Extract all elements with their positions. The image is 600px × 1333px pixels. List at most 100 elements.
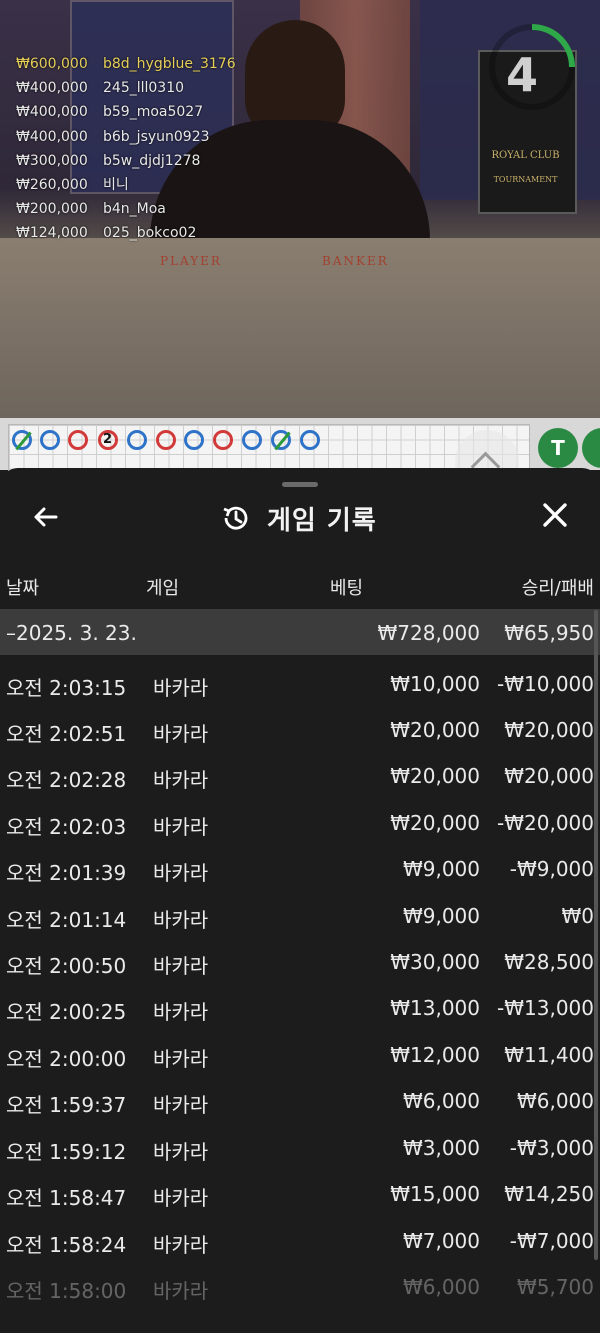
history-row[interactable]: 오전 2:00:00 바카라 ₩12,000 ₩11,400 bbox=[0, 1031, 600, 1077]
row-bet: ₩15,000 bbox=[390, 1182, 480, 1206]
back-button[interactable] bbox=[30, 502, 64, 536]
history-row[interactable]: 오전 2:01:39 바카라 ₩9,000 -₩9,000 bbox=[0, 845, 600, 891]
day-summary-row[interactable]: –2025. 3. 23. ₩728,000 ₩65,950 bbox=[0, 609, 600, 655]
close-icon bbox=[543, 503, 567, 527]
bet-amount: ₩400,000 bbox=[16, 80, 88, 97]
history-row[interactable]: 오전 2:02:28 바카라 ₩20,000 ₩20,000 bbox=[0, 752, 600, 798]
bet-feed: ₩600,000 b8d_hygblue_3176 ₩400,000 245_lll… bbox=[16, 52, 236, 246]
bead-road[interactable] bbox=[8, 424, 530, 472]
row-time: 오전 2:02:03 bbox=[6, 815, 127, 839]
history-row[interactable]: 오전 1:58:00 바카라 ₩6,000 ₩5,700 bbox=[0, 1263, 600, 1309]
bead-banker bbox=[213, 430, 233, 450]
history-row[interactable]: 오전 1:58:47 바카라 ₩15,000 ₩14,250 bbox=[0, 1170, 600, 1216]
history-icon bbox=[223, 506, 248, 530]
row-result: ₩20,000 bbox=[504, 764, 594, 788]
row-game: 바카라 bbox=[153, 815, 209, 839]
row-bet: ₩10,000 bbox=[390, 672, 480, 696]
row-bet: ₩20,000 bbox=[390, 764, 480, 788]
tie-indicator[interactable]: T bbox=[538, 428, 578, 468]
bet-user: 025_bokco02 bbox=[103, 225, 197, 242]
row-time: 오전 2:02:28 bbox=[6, 768, 127, 792]
close-button[interactable] bbox=[538, 500, 572, 534]
bead-player bbox=[40, 430, 60, 450]
bead-player bbox=[127, 430, 147, 450]
row-result: ₩14,250 bbox=[504, 1182, 594, 1206]
history-row[interactable]: 오전 1:59:12 바카라 ₩3,000 -₩3,000 bbox=[0, 1124, 600, 1170]
drag-handle[interactable] bbox=[282, 482, 318, 487]
row-time: 오전 2:00:50 bbox=[6, 954, 127, 978]
row-game: 바카라 bbox=[153, 768, 209, 792]
row-result: ₩0 bbox=[561, 904, 595, 928]
scrollbar[interactable] bbox=[594, 610, 598, 1260]
bead-player bbox=[300, 430, 320, 450]
row-time: 오전 2:00:25 bbox=[6, 1000, 127, 1024]
history-row[interactable]: 오전 1:58:24 바카라 ₩7,000 -₩7,000 bbox=[0, 1217, 600, 1263]
row-game: 바카라 bbox=[153, 676, 209, 700]
bet-user: b5w_djdj1278 bbox=[103, 152, 201, 169]
row-game: 바카라 bbox=[153, 1047, 209, 1071]
row-result: -₩13,000 bbox=[497, 996, 594, 1020]
header-bet: 베팅 bbox=[330, 578, 364, 599]
history-row[interactable]: 오전 2:00:25 바카라 ₩13,000 -₩13,000 bbox=[0, 984, 600, 1030]
row-time: 오전 2:02:51 bbox=[6, 722, 127, 746]
history-row[interactable]: 오전 2:03:15 바카라 ₩10,000 -₩10,000 bbox=[0, 660, 600, 706]
bead-player-pair bbox=[12, 430, 32, 450]
bet-amount: ₩300,000 bbox=[16, 152, 88, 169]
row-game: 바카라 bbox=[153, 1093, 209, 1117]
row-game: 바카라 bbox=[153, 954, 209, 978]
row-bet: ₩3,000 bbox=[402, 1136, 480, 1160]
history-row[interactable]: 오전 2:01:14 바카라 ₩9,000 ₩0 bbox=[0, 892, 600, 938]
bet-amount: ₩124,000 bbox=[16, 225, 88, 242]
row-game: 바카라 bbox=[153, 1279, 209, 1303]
row-bet: ₩20,000 bbox=[390, 811, 480, 835]
bet-amount: ₩260,000 bbox=[16, 177, 88, 194]
row-result: ₩5,700 bbox=[516, 1275, 594, 1299]
row-result: -₩3,000 bbox=[509, 1136, 594, 1160]
history-row[interactable]: 오전 2:02:51 바카라 ₩20,000 ₩20,000 bbox=[0, 706, 600, 752]
history-row[interactable]: 오전 1:59:37 바카라 ₩6,000 ₩6,000 bbox=[0, 1077, 600, 1123]
row-result: -₩10,000 bbox=[497, 672, 594, 696]
bet-user: 245_lll0310 bbox=[103, 80, 185, 97]
row-result: ₩11,400 bbox=[504, 1043, 594, 1067]
bet-feed-row: ₩400,000 b6b_jsyun0923 bbox=[16, 125, 236, 149]
bet-user: 비니 bbox=[103, 177, 129, 194]
row-game: 바카라 bbox=[153, 908, 209, 932]
row-game: 바카라 bbox=[153, 1140, 209, 1164]
row-time: 오전 1:59:12 bbox=[6, 1140, 127, 1164]
header-result: 승리/패배 bbox=[521, 578, 594, 599]
bet-user: b4n_Moa bbox=[103, 201, 166, 218]
row-bet: ₩12,000 bbox=[390, 1043, 480, 1067]
day-bet-total: ₩728,000 bbox=[377, 621, 480, 645]
bead-player-pair bbox=[271, 430, 291, 450]
row-result: -₩7,000 bbox=[509, 1229, 594, 1253]
sign-subtitle: TOURNAMENT bbox=[493, 175, 558, 184]
bet-feed-row: ₩200,000 b4n_Moa bbox=[16, 197, 236, 221]
history-row[interactable]: 오전 2:02:03 바카라 ₩20,000 -₩20,000 bbox=[0, 799, 600, 845]
bet-amount: ₩400,000 bbox=[16, 128, 88, 145]
row-bet: ₩6,000 bbox=[402, 1089, 480, 1113]
bead-banker bbox=[68, 430, 88, 450]
row-bet: ₩7,000 bbox=[402, 1229, 480, 1253]
row-time: 오전 1:58:24 bbox=[6, 1233, 127, 1257]
row-game: 바카라 bbox=[153, 1186, 209, 1210]
row-game: 바카라 bbox=[153, 861, 209, 885]
row-time: 오전 2:00:00 bbox=[6, 1047, 127, 1071]
bet-feed-row: ₩600,000 b8d_hygblue_3176 bbox=[16, 52, 236, 76]
row-result: -₩9,000 bbox=[509, 857, 594, 881]
row-bet: ₩13,000 bbox=[390, 996, 480, 1020]
row-bet: ₩9,000 bbox=[402, 857, 480, 881]
countdown-number: 4 bbox=[505, 48, 538, 102]
day-date: –2025. 3. 23. bbox=[6, 621, 137, 645]
history-row[interactable]: 오전 2:00:50 바카라 ₩30,000 ₩28,500 bbox=[0, 938, 600, 984]
bet-feed-row: ₩260,000 비니 bbox=[16, 173, 236, 197]
bet-feed-row: ₩300,000 b5w_djdj1278 bbox=[16, 149, 236, 173]
row-bet: ₩30,000 bbox=[390, 950, 480, 974]
bet-amount: ₩400,000 bbox=[16, 104, 88, 121]
row-result: ₩20,000 bbox=[504, 718, 594, 742]
bead-count: 2 bbox=[103, 432, 113, 447]
header-date: 날짜 bbox=[6, 578, 40, 599]
bead-player bbox=[184, 430, 204, 450]
row-bet: ₩6,000 bbox=[402, 1275, 480, 1299]
bet-amount: ₩200,000 bbox=[16, 201, 88, 218]
sign-title: ROYAL CLUB bbox=[491, 150, 560, 161]
